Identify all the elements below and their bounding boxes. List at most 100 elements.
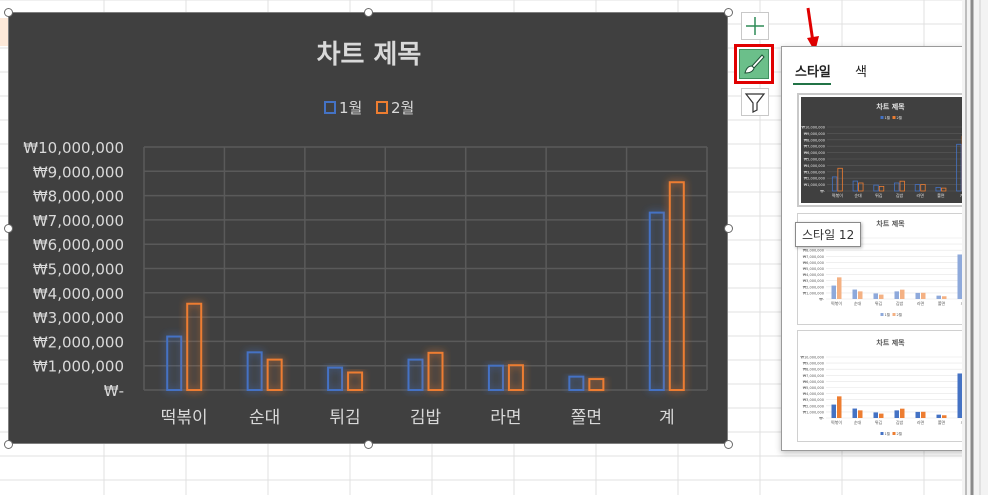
bar-jan bbox=[246, 351, 263, 391]
thumb-legend-swatch bbox=[892, 432, 896, 435]
bar-feb bbox=[668, 181, 685, 391]
style-thumbnail-dark-preview: 차트 제목 ₩- ₩1,000,000 ₩2,000,000 ₩3,000,000 ₩4,… bbox=[801, 97, 980, 203]
thumb-y-tick: ₩- bbox=[820, 190, 825, 194]
bar-feb bbox=[427, 351, 444, 392]
thumb-x-tick: 떡볶이 bbox=[832, 192, 843, 198]
thumb-bar bbox=[900, 408, 905, 418]
resize-handle-top-right[interactable] bbox=[724, 8, 733, 17]
resize-handle-middle-right[interactable] bbox=[724, 224, 733, 233]
thumb-y-tick: ₩6,000,000 bbox=[804, 151, 825, 155]
thumb-bar bbox=[873, 293, 878, 299]
bar-jan bbox=[327, 366, 344, 392]
chart-area[interactable]: 차트 제목 1월 2월 ₩- ₩1,000,000 ₩2,000,000 ₩3,000,00… bbox=[8, 12, 728, 444]
thumb-y-tick: ₩7,000,000 bbox=[803, 255, 824, 259]
paintbrush-icon bbox=[744, 54, 765, 74]
resize-handle-middle-left[interactable] bbox=[4, 224, 13, 233]
bar-feb bbox=[588, 378, 605, 392]
chart-styles-button-inner bbox=[739, 49, 769, 79]
thumb-y-tick: ₩9,000,000 bbox=[803, 362, 824, 366]
thumb-bg bbox=[801, 97, 980, 203]
thumb-y-tick: ₩6,000,000 bbox=[803, 261, 824, 265]
thumb-y-tick: ₩2,000,000 bbox=[803, 404, 824, 408]
bar-feb bbox=[266, 358, 283, 391]
y-tick-label: ₩4,000,000 bbox=[33, 285, 124, 303]
thumb-legend-label: 2월 bbox=[897, 115, 902, 120]
chart-styles-button[interactable] bbox=[734, 44, 774, 84]
thumb-y-tick: ₩1,000,000 bbox=[804, 183, 825, 187]
thumb-y-tick: ₩2,000,000 bbox=[804, 177, 825, 181]
chart-style-panel: 스타일 색 차트 제목 ₩- ₩1,000,000 ₩2,000,000 ₩3,000,… bbox=[781, 46, 988, 451]
thumb-y-tick: ₩5,000,000 bbox=[804, 158, 825, 162]
tab-color[interactable]: 색 bbox=[855, 61, 867, 80]
bar-chart: 차트 제목 1월 2월 ₩- ₩1,000,000 ₩2,000,000 ₩3,000,00… bbox=[23, 40, 708, 428]
thumb-x-tick: 떡볶이 bbox=[831, 300, 842, 306]
thumb-title: 차트 제목 bbox=[876, 338, 905, 347]
selected-cell-hint bbox=[0, 18, 8, 46]
thumb-x-tick: 떡볶이 bbox=[831, 419, 842, 425]
thumb-bar bbox=[921, 411, 926, 418]
thumb-x-tick: 라면 bbox=[917, 192, 925, 198]
thumb-y-tick: ₩2,000,000 bbox=[803, 285, 824, 289]
thumb-bar bbox=[915, 411, 920, 418]
thumb-legend-swatch bbox=[892, 313, 896, 316]
bar-jan bbox=[648, 211, 665, 391]
thumb-x-tick: 라면 bbox=[917, 300, 925, 306]
x-tick-label: 튀김 bbox=[329, 408, 360, 428]
thumb-bar bbox=[942, 415, 947, 418]
thumb-legend-swatch bbox=[892, 116, 896, 119]
thumb-bar bbox=[942, 296, 947, 299]
y-tick-label: ₩5,000,000 bbox=[33, 261, 124, 279]
x-tick-label: 김밥 bbox=[410, 408, 442, 428]
thumb-bar bbox=[852, 289, 857, 299]
resize-handle-top-middle[interactable] bbox=[364, 8, 373, 17]
thumb-x-tick: 튀김 bbox=[875, 300, 883, 306]
chart-filters-button[interactable] bbox=[741, 88, 769, 116]
thumb-bar bbox=[879, 413, 884, 418]
thumb-x-tick: 순대 bbox=[854, 300, 862, 306]
y-tick-label: ₩7,000,000 bbox=[33, 212, 124, 230]
thumb-y-tick: ₩1,000,000 bbox=[803, 410, 824, 414]
style-thumbnail-gradient-preview: 차트 제목 ₩- ₩1,000,000 ₩2,000,000 ₩3,000,000 ₩4,… bbox=[800, 338, 973, 436]
thumb-bar bbox=[894, 291, 899, 299]
thumb-y-tick: ₩8,000,000 bbox=[804, 138, 825, 142]
resize-handle-bottom-middle[interactable] bbox=[364, 440, 373, 449]
thumb-y-tick: ₩9,000,000 bbox=[804, 132, 825, 136]
y-tick-label: ₩- bbox=[104, 382, 124, 400]
y-tick-label: ₩3,000,000 bbox=[33, 309, 124, 327]
thumb-y-tick: ₩6,000,000 bbox=[803, 380, 824, 384]
thumb-bar bbox=[831, 285, 836, 299]
style-thumbnail-gradient[interactable]: 차트 제목 ₩- ₩1,000,000 ₩2,000,000 ₩3,000,000 ₩4,… bbox=[797, 330, 984, 442]
thumb-y-tick: ₩1,000,000 bbox=[803, 291, 824, 295]
thumb-x-tick: 튀김 bbox=[875, 192, 883, 198]
y-tick-label: ₩8,000,000 bbox=[33, 188, 124, 206]
thumb-bar bbox=[858, 291, 863, 299]
thumb-y-tick: ₩5,000,000 bbox=[803, 386, 824, 390]
x-tick-label: 쫄면 bbox=[571, 408, 602, 428]
bar-jan bbox=[487, 364, 504, 392]
plus-icon bbox=[746, 17, 764, 35]
chart-elements-button[interactable] bbox=[741, 12, 769, 40]
resize-handle-bottom-left[interactable] bbox=[4, 440, 13, 449]
tab-style[interactable]: 스타일 bbox=[795, 61, 831, 80]
thumb-x-tick: 순대 bbox=[854, 419, 862, 425]
legend-label-2: 2월 bbox=[391, 99, 414, 117]
bar-jan bbox=[568, 375, 585, 392]
thumb-y-tick: ₩3,000,000 bbox=[803, 398, 824, 402]
thumb-y-tick: ₩5,000,000 bbox=[803, 267, 824, 271]
style-thumbnail-dark[interactable]: 차트 제목 ₩- ₩1,000,000 ₩2,000,000 ₩3,000,000 ₩4,… bbox=[797, 93, 984, 207]
resize-handle-top-left[interactable] bbox=[4, 8, 13, 17]
thumb-y-tick: ₩3,000,000 bbox=[804, 170, 825, 174]
thumb-y-tick: ₩7,000,000 bbox=[803, 374, 824, 378]
chart-title: 차트 제목 bbox=[317, 40, 422, 70]
thumb-legend-swatch bbox=[880, 116, 884, 119]
bar-jan bbox=[166, 335, 183, 392]
x-tick-label: 순대 bbox=[249, 408, 280, 428]
y-tick-label: ₩1,000,000 bbox=[33, 358, 124, 376]
thumb-x-tick: 김밥 bbox=[896, 192, 904, 198]
thumb-bar bbox=[852, 408, 857, 418]
thumb-bar bbox=[921, 292, 926, 299]
resize-handle-bottom-right[interactable] bbox=[724, 440, 733, 449]
thumb-y-tick: ₩- bbox=[819, 417, 824, 421]
thumb-bar bbox=[915, 292, 920, 299]
thumb-x-tick: 튀김 bbox=[875, 419, 883, 425]
